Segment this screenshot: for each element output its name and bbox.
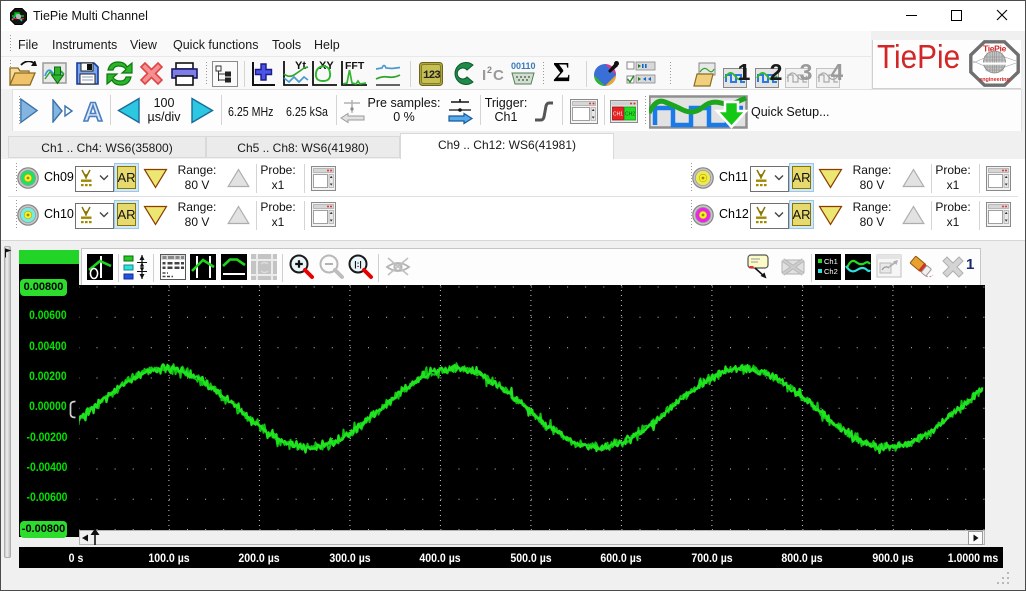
svg-text:C: C bbox=[493, 67, 504, 84]
svg-text:123: 123 bbox=[423, 70, 441, 82]
svg-text:|:|: |:| bbox=[354, 259, 362, 269]
svg-text:00110: 00110 bbox=[511, 61, 536, 71]
svg-text:1: 1 bbox=[738, 59, 750, 85]
svg-text:A: A bbox=[83, 97, 103, 124]
svg-text:FFT: FFT bbox=[345, 60, 365, 72]
svg-text:CH1: CH1 bbox=[613, 112, 623, 118]
svg-text:3: 3 bbox=[800, 59, 812, 85]
svg-text:2: 2 bbox=[770, 59, 782, 85]
svg-text:4: 4 bbox=[831, 59, 843, 85]
svg-text:I: I bbox=[482, 67, 486, 84]
svg-text:2: 2 bbox=[487, 65, 492, 75]
svg-text:engineering: engineering bbox=[979, 77, 1010, 83]
svg-text:CH2: CH2 bbox=[625, 112, 635, 118]
svg-text:Ch1: Ch1 bbox=[824, 257, 838, 266]
svg-text:Ch2: Ch2 bbox=[824, 267, 838, 276]
